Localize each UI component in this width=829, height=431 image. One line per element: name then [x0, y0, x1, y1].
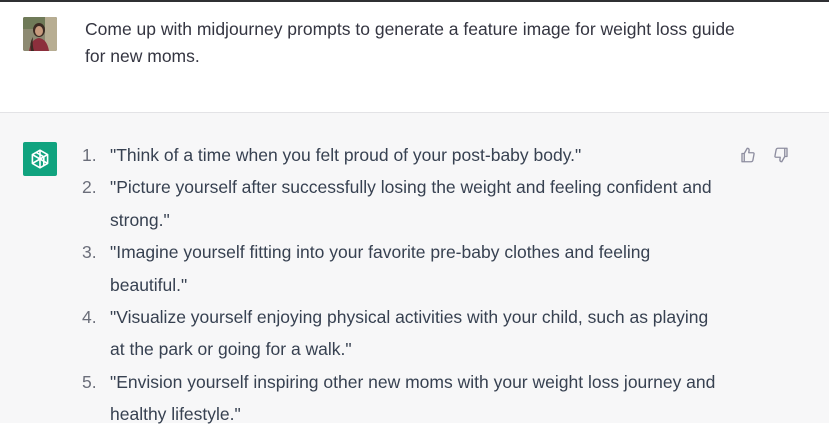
- list-item: 2. "Picture yourself after successfully …: [82, 171, 722, 236]
- list-item-text: "Picture yourself after successfully los…: [110, 177, 712, 230]
- user-photo-icon: [23, 17, 57, 51]
- list-item-text: "Think of a time when you felt proud of …: [110, 145, 582, 165]
- thumbs-up-button[interactable]: [738, 145, 758, 165]
- assistant-message: 1. "Think of a time when you felt proud …: [0, 113, 829, 424]
- list-item-text: "Envision yourself inspiring other new m…: [110, 371, 716, 425]
- openai-logo-icon: [31, 149, 49, 169]
- list-item-number: 1.: [82, 145, 97, 165]
- list-item-text: "Visualize yourself enjoying physical ac…: [110, 307, 709, 360]
- list-item-number: 2.: [82, 177, 97, 198]
- list-item: 3. "Imagine yourself fitting into your f…: [82, 236, 722, 301]
- user-avatar: [23, 17, 57, 51]
- assistant-avatar: [23, 142, 57, 176]
- user-message-text: Come up with midjourney prompts to gener…: [85, 19, 735, 66]
- thumbs-down-button[interactable]: [771, 145, 791, 165]
- list-item: 5. "Envision yourself inspiring other ne…: [82, 366, 722, 431]
- list-item-number: 3.: [82, 242, 97, 263]
- list-item-number: 4.: [82, 307, 97, 328]
- list-item-text: "Imagine yourself fitting into your favo…: [110, 242, 651, 295]
- thumbs-up-icon: [741, 147, 755, 163]
- user-message: Come up with midjourney prompts to gener…: [0, 2, 829, 113]
- list-item-number: 5.: [82, 371, 97, 392]
- list-item: 4. "Visualize yourself enjoying physical…: [82, 301, 722, 366]
- prompt-list: 1. "Think of a time when you felt proud …: [82, 139, 722, 431]
- list-item: 1. "Think of a time when you felt proud …: [82, 139, 722, 171]
- thumbs-down-icon: [774, 147, 788, 163]
